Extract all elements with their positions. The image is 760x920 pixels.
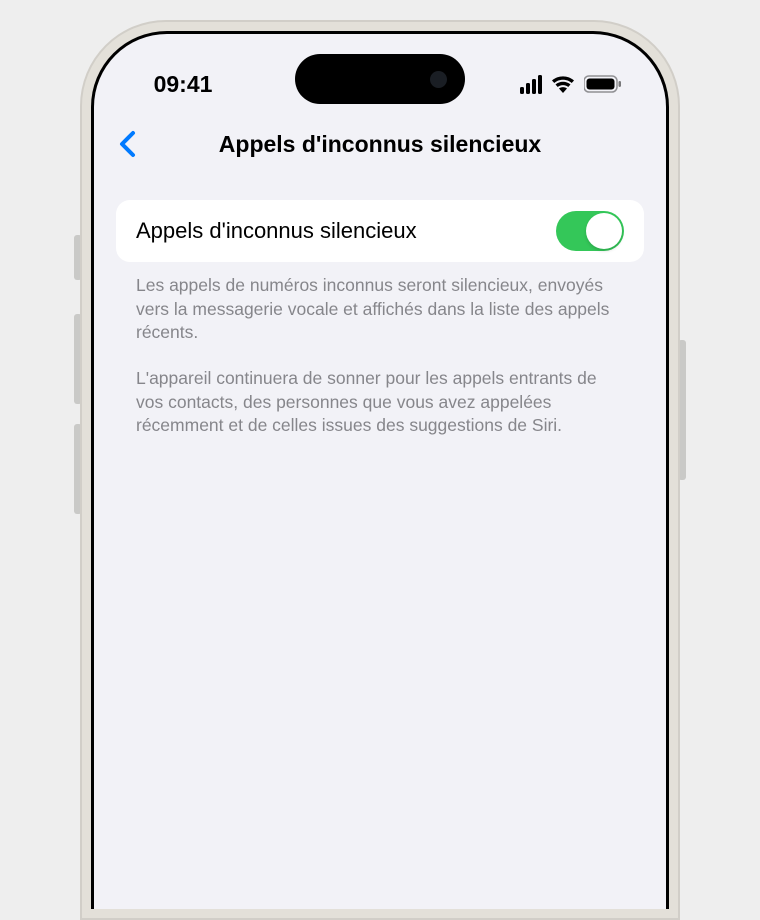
wifi-icon	[551, 75, 575, 93]
footer-paragraph-1: Les appels de numéros inconnus seront si…	[136, 274, 624, 345]
setting-label: Appels d'inconnus silencieux	[136, 218, 417, 244]
page-title: Appels d'inconnus silencieux	[219, 131, 541, 158]
nav-bar: Appels d'inconnus silencieux	[94, 116, 666, 172]
phone-bezel: 09:41	[91, 31, 669, 909]
silence-unknown-callers-row: Appels d'inconnus silencieux	[116, 200, 644, 262]
status-time: 09:41	[138, 71, 228, 98]
footer-text: Les appels de numéros inconnus seront si…	[116, 262, 644, 438]
status-icons	[520, 75, 622, 94]
back-button[interactable]	[112, 129, 142, 159]
phone-frame: 09:41	[80, 20, 680, 920]
screen: 09:41	[94, 34, 666, 909]
battery-icon	[584, 75, 622, 93]
cellular-icon	[520, 75, 542, 94]
footer-paragraph-2: L'appareil continuera de sonner pour les…	[136, 367, 624, 438]
content: Appels d'inconnus silencieux Les appels …	[94, 172, 666, 438]
chevron-left-icon	[118, 130, 136, 158]
device-wrapper: 09:41	[80, 20, 680, 920]
dynamic-island	[295, 54, 465, 104]
silence-unknown-callers-toggle[interactable]	[556, 211, 624, 251]
